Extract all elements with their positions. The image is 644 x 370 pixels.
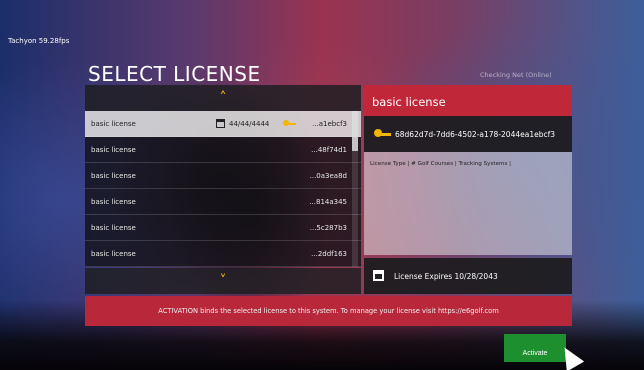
license-row-name: basic license [91,120,136,128]
calendar-icon [216,119,225,128]
scroll-down-button[interactable]: ˅ [85,268,361,294]
connection-status: Checking Net (Online) [480,71,552,79]
activate-button[interactable]: Activate [504,334,566,362]
license-row-date: 44/44/4444 [229,120,270,128]
calendar-icon [373,270,384,281]
license-row[interactable]: basic license ...5c287b3 [85,215,361,241]
license-list-scrollbar[interactable] [352,111,358,267]
license-row-key: ...814a345 [309,198,347,206]
license-row-name: basic license [91,146,136,154]
license-row-name: basic license [91,250,136,258]
key-icon [374,129,391,137]
fps-counter: Tachyon 59.28fps [8,37,70,45]
license-list: basic license 44/44/4444 ...a1ebcf3 basi… [85,111,361,267]
license-row-key: ...2ddf163 [311,250,347,258]
license-row[interactable]: basic license ...48f74d1 [85,137,361,163]
license-info: License Type | # Golf Courses | Tracking… [370,161,512,167]
license-row-name: basic license [91,198,136,206]
license-row-key: ...5c287b3 [309,224,347,232]
page-title: SELECT LICENSE [88,62,261,86]
chevron-up-icon: ˄ [219,90,227,106]
license-row[interactable]: basic license ...0a3ea8d [85,163,361,189]
license-row[interactable]: basic license ...814a345 [85,189,361,215]
license-row-key: ...a1ebcf3 [312,120,347,128]
license-key-value: 68d62d7d-7dd6-4502-a178-2044ea1ebcf3 [395,130,556,139]
license-row-key: ...48f74d1 [311,146,347,154]
license-row-name: basic license [91,172,136,180]
key-icon [283,120,296,126]
license-row-key: ...0a3ea8d [309,172,347,180]
license-expiry-text: License Expires 10/28/2043 [394,272,498,281]
detail-info-panel: License Type | # Golf Courses | Tracking… [364,152,572,255]
detail-expiry: License Expires 10/28/2043 [364,258,572,294]
scroll-up-button[interactable]: ˄ [85,85,361,111]
license-row[interactable]: basic license ...2ddf163 [85,241,361,267]
detail-title: basic license [364,85,572,116]
detail-license-key: 68d62d7d-7dd6-4502-a178-2044ea1ebcf3 [364,116,572,152]
activation-banner: ACTIVATION binds the selected license to… [85,296,572,326]
scrollbar-thumb[interactable] [352,111,358,151]
license-row-selected[interactable]: basic license 44/44/4444 ...a1ebcf3 [85,111,361,137]
license-row-name: basic license [91,224,136,232]
chevron-down-icon: ˅ [219,273,227,289]
